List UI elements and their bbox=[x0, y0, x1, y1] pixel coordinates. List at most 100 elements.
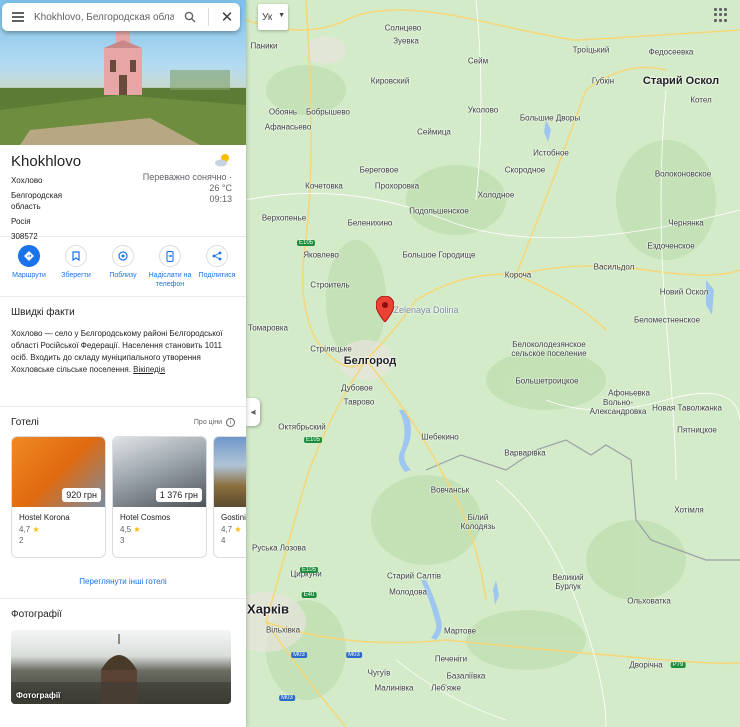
map-label-vilkhivka[interactable]: Вільхівка bbox=[266, 626, 300, 635]
map-label-fedoseyevka[interactable]: Федосеевка bbox=[649, 48, 694, 57]
send-to-phone-label: Надіслати на телефон bbox=[148, 272, 192, 288]
map-label-malynivka[interactable]: Малинівка bbox=[375, 684, 414, 693]
map-label-zuyevka[interactable]: Зуевка bbox=[393, 37, 419, 46]
hotel-card[interactable]: 1 376 грн Hotel Cosmos 4,5 ★ 3 bbox=[112, 436, 207, 558]
map-label-volokonovskoe[interactable]: Волоконовское bbox=[655, 170, 711, 179]
map-label-velyky-burluk[interactable]: Великий Бурлук bbox=[552, 573, 583, 591]
hotel-card[interactable]: Gostinitsa 4,7 ★ 4 bbox=[213, 436, 246, 558]
map-label-novy-oskol[interactable]: Новий Оскол bbox=[660, 288, 708, 297]
place-hero-photo[interactable]: ✕ bbox=[0, 0, 246, 145]
map-label-afonevka[interactable]: Афоньевка bbox=[608, 389, 650, 398]
collapse-panel-button[interactable]: ◂ bbox=[246, 398, 260, 426]
map-label-stary-saltiv[interactable]: Старий Салтів bbox=[387, 572, 441, 581]
map-label-varvarovka[interactable]: Варварівка bbox=[504, 449, 545, 458]
map-label-seimitsa[interactable]: Сеймица bbox=[417, 128, 451, 137]
share-button[interactable]: Поділитися bbox=[194, 245, 240, 290]
hotel-rating: 4,7 ★ bbox=[221, 525, 246, 534]
nearby-label: Поблизу bbox=[109, 272, 137, 279]
map-label-kotel[interactable]: Котел bbox=[690, 96, 711, 105]
photos-thumbnail[interactable]: Фотографії bbox=[11, 630, 231, 704]
road-shield-e105: E105 bbox=[296, 240, 316, 246]
map-label-belokolodezyanskoe[interactable]: Белоколодезянское сельское поселение bbox=[511, 340, 586, 358]
map-label-shebekino[interactable]: Шебекино bbox=[421, 433, 458, 442]
map-label-prokhorovka[interactable]: Прохоровка bbox=[375, 182, 419, 191]
map-label-martove[interactable]: Мартове bbox=[444, 627, 476, 636]
map-label-novaya-tavolzhanka[interactable]: Новая Таволжанка bbox=[652, 404, 722, 413]
apps-grid-icon[interactable] bbox=[714, 8, 728, 22]
menu-icon[interactable] bbox=[2, 3, 34, 31]
map-label-ukolovo[interactable]: Уколово bbox=[468, 106, 498, 115]
info-icon: i bbox=[226, 418, 235, 427]
map-label-tomarovka[interactable]: Томаровка bbox=[248, 324, 288, 333]
map-label-oboyan[interactable]: Обоянь bbox=[269, 108, 297, 117]
save-button[interactable]: Зберегти bbox=[53, 245, 99, 290]
map-label-vasilyevka[interactable]: Васильдол bbox=[594, 263, 635, 272]
map-label-troitsky[interactable]: Троїцький bbox=[573, 46, 610, 55]
map-label-podolkhshenskoe[interactable]: Подольшенское bbox=[409, 207, 469, 216]
road-shield-e105: E105 bbox=[303, 437, 323, 443]
about-prices-link[interactable]: Про ціни i bbox=[194, 418, 235, 427]
map-label-belgorod[interactable]: Белгород bbox=[344, 355, 396, 367]
map-label-bolshoye-gorodishche[interactable]: Большое Городище bbox=[403, 251, 476, 260]
map-label-belenikhino[interactable]: Беленихино bbox=[348, 219, 393, 228]
map-label-volno-aleksandrovka[interactable]: Вольно- Александровка bbox=[590, 398, 647, 416]
quick-facts-section: Швидкі факти Хохлово — село у Бєлгородсь… bbox=[0, 297, 246, 407]
map-label-bolshetroitskoe[interactable]: Большетроицкое bbox=[515, 377, 578, 386]
map-label-tavrovo[interactable]: Таврово bbox=[344, 398, 375, 407]
chevron-down-icon: ▼ bbox=[278, 12, 285, 19]
wikipedia-link[interactable]: Вікіпедія bbox=[133, 365, 165, 374]
map-label-verkhopenye[interactable]: Верхопенье bbox=[262, 214, 306, 223]
map-label-seim[interactable]: Сейм bbox=[468, 57, 488, 66]
map-label-yakovlevo[interactable]: Яковлево bbox=[303, 251, 339, 260]
map-label-solntsevo[interactable]: Солнцево bbox=[385, 24, 422, 33]
location-pin-icon[interactable] bbox=[376, 296, 394, 322]
map-label-olkhovatka[interactable]: Ольховатка bbox=[627, 597, 671, 606]
map-label-gubkin[interactable]: Губкін bbox=[592, 77, 614, 86]
map-label-khotimlia[interactable]: Хотімля bbox=[674, 506, 703, 515]
map-label-skorodnoe[interactable]: Скородное bbox=[505, 166, 546, 175]
map-label-pechenihy[interactable]: Печеніги bbox=[435, 655, 467, 664]
map-label-zelenaya-dolina[interactable]: Zelenaya Dolina bbox=[393, 305, 458, 315]
about-prices-label: Про ціни bbox=[193, 419, 222, 426]
map-label-stary-oskol[interactable]: Старий Оскол bbox=[643, 75, 719, 87]
map-label-bazaliivka[interactable]: Базаліївка bbox=[447, 672, 486, 681]
map-label-kirovsky[interactable]: Кировский bbox=[371, 77, 410, 86]
search-box: ✕ bbox=[2, 3, 240, 31]
search-input[interactable] bbox=[34, 11, 174, 23]
map-label-ruska-lozova[interactable]: Руська Лозова bbox=[252, 544, 306, 553]
side-panel: ✕ Khokhlovo Хохлово Белгородская область… bbox=[0, 0, 246, 727]
map-label-afanasyevo[interactable]: Афанасьево bbox=[265, 123, 312, 132]
directions-button[interactable]: Маршрути bbox=[6, 245, 52, 290]
map-label-bolshie-dvory[interactable]: Большие Дворы bbox=[520, 114, 580, 123]
map-label-kochetovka[interactable]: Кочетовка bbox=[305, 182, 343, 191]
close-icon[interactable]: ✕ bbox=[217, 3, 237, 31]
map-label-kholodnoe[interactable]: Холодное bbox=[478, 191, 515, 200]
map-label-dubovoe[interactable]: Дубовое bbox=[341, 384, 373, 393]
send-to-phone-button[interactable]: Надіслати на телефон bbox=[147, 245, 193, 290]
nearby-button[interactable]: Поблизу bbox=[100, 245, 146, 290]
map-label-korocha[interactable]: Короча bbox=[505, 271, 531, 280]
map-label-oktyabrsky[interactable]: Октябрьский bbox=[278, 423, 325, 432]
map-label-dvorichna[interactable]: Дворічна bbox=[629, 661, 662, 670]
map-label-chernyanka[interactable]: Чернянка bbox=[668, 219, 704, 228]
map-label-lebiazhe[interactable]: Леб'яже bbox=[431, 684, 461, 693]
map-label-molodova[interactable]: Молодова bbox=[389, 588, 427, 597]
map-label-chuhuiv[interactable]: Чугуїв bbox=[368, 669, 391, 678]
map-language-selector[interactable]: Ук ▼ bbox=[258, 4, 288, 30]
map-label-istobnoe[interactable]: Истобное bbox=[533, 149, 569, 158]
search-icon[interactable] bbox=[180, 3, 200, 31]
map-label-bilyi-kolodiaz[interactable]: Білий Колодязь bbox=[461, 513, 496, 531]
map-label-stroitel[interactable]: Строитель bbox=[310, 281, 349, 290]
map-label-vovchansk[interactable]: Вовчанськ bbox=[431, 486, 469, 495]
more-hotels-link[interactable]: Переглянути інші готелі bbox=[0, 577, 246, 586]
map-label-beregovoe[interactable]: Береговое bbox=[360, 166, 399, 175]
hotel-card[interactable]: 920 грн Hostel Korona 4,7 ★ 2 bbox=[11, 436, 106, 558]
map-canvas[interactable]: Солнцево Зуевка Сейм Троїцький Федосеевк… bbox=[246, 0, 740, 727]
map-label-streletskoe[interactable]: Стрілецьке bbox=[310, 345, 352, 354]
map-label-pyatnitskoe[interactable]: Пятницкое bbox=[677, 426, 717, 435]
map-label-belomestnenskoe[interactable]: Беломестненское bbox=[634, 316, 700, 325]
map-label-kharkiv[interactable]: Харків bbox=[247, 602, 289, 617]
map-label-paniki[interactable]: Паники bbox=[250, 42, 277, 51]
map-label-yezdochenskoe[interactable]: Ездоченское bbox=[647, 242, 694, 251]
map-label-bobryshevo[interactable]: Бобрышево bbox=[306, 108, 350, 117]
